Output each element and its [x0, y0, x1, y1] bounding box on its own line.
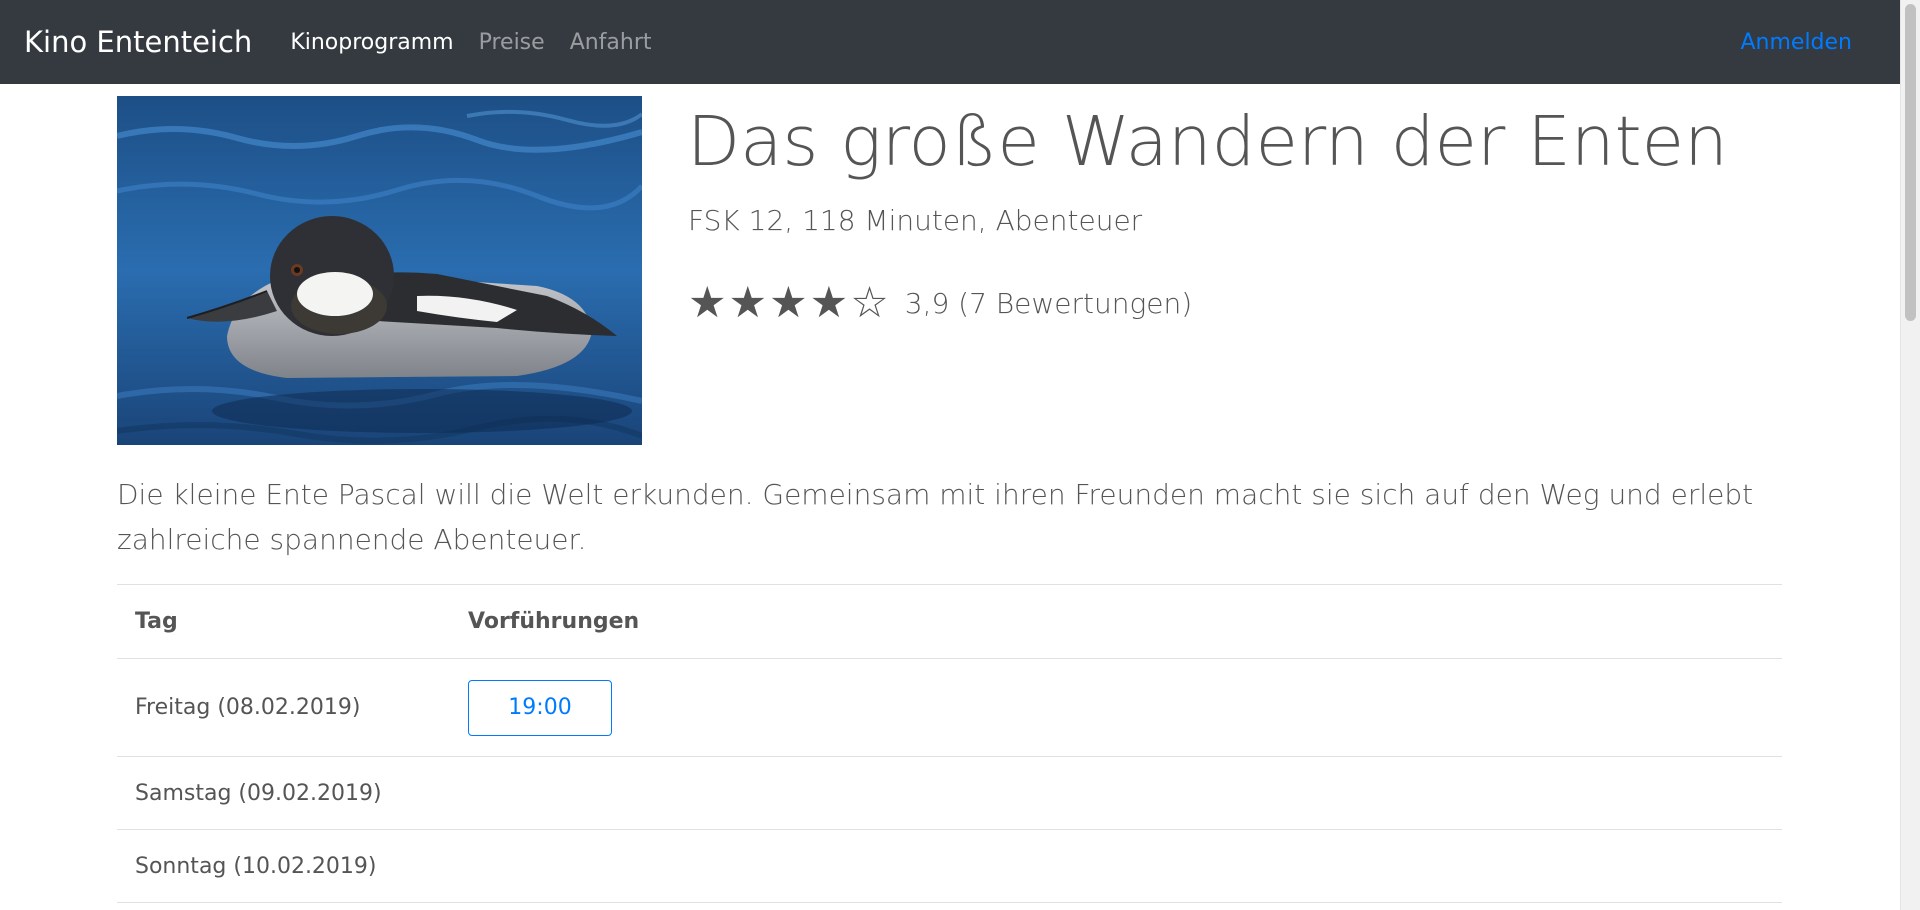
movie-poster: [117, 96, 642, 445]
movie-meta: FSK 12, 118 Minuten, Abenteuer: [688, 204, 1143, 237]
scrollbar-thumb[interactable]: [1905, 4, 1916, 321]
day-cell: Freitag (08.02.2019): [117, 658, 450, 757]
login-link[interactable]: Anmelden: [1740, 30, 1852, 55]
top-navbar: Kino Ententeich Kinoprogramm Preise Anfa…: [0, 0, 1900, 84]
showtimes-table: Tag Vorführungen Freitag (08.02.2019) 19…: [117, 584, 1782, 903]
column-header-day: Tag: [117, 584, 450, 659]
table-row: Freitag (08.02.2019) 19:00: [117, 658, 1782, 757]
table-row: Samstag (09.02.2019): [117, 756, 1782, 830]
nav-link-anfahrt[interactable]: Anfahrt: [570, 30, 652, 55]
table-header-row: Tag Vorführungen: [117, 584, 1782, 659]
rating-text: 3,9 (7 Bewertungen): [904, 287, 1193, 320]
day-cell: Samstag (09.02.2019): [117, 756, 450, 830]
movie-description: Die kleine Ente Pascal will die Welt erk…: [117, 478, 1754, 556]
star-rating-icon: ★★★★☆: [688, 278, 891, 328]
page-scrollbar[interactable]: [1900, 0, 1920, 910]
shows-cell: [450, 829, 1782, 903]
movie-title: Das große Wandern der Enten: [687, 102, 1728, 182]
column-header-shows: Vorführungen: [450, 584, 1782, 659]
nav-link-kinoprogramm[interactable]: Kinoprogramm: [290, 30, 453, 55]
duck-photo-icon: [117, 96, 642, 445]
movie-rating: ★★★★☆ 3,9 (7 Bewertungen): [688, 282, 1192, 325]
shows-cell: 19:00: [450, 658, 1782, 757]
table-row: Sonntag (10.02.2019): [117, 829, 1782, 903]
nav-link-preise[interactable]: Preise: [479, 30, 545, 55]
day-cell: Sonntag (10.02.2019): [117, 829, 450, 903]
brand-link[interactable]: Kino Ententeich: [24, 25, 252, 59]
showtime-button[interactable]: 19:00: [468, 679, 612, 736]
shows-cell: [450, 756, 1782, 830]
